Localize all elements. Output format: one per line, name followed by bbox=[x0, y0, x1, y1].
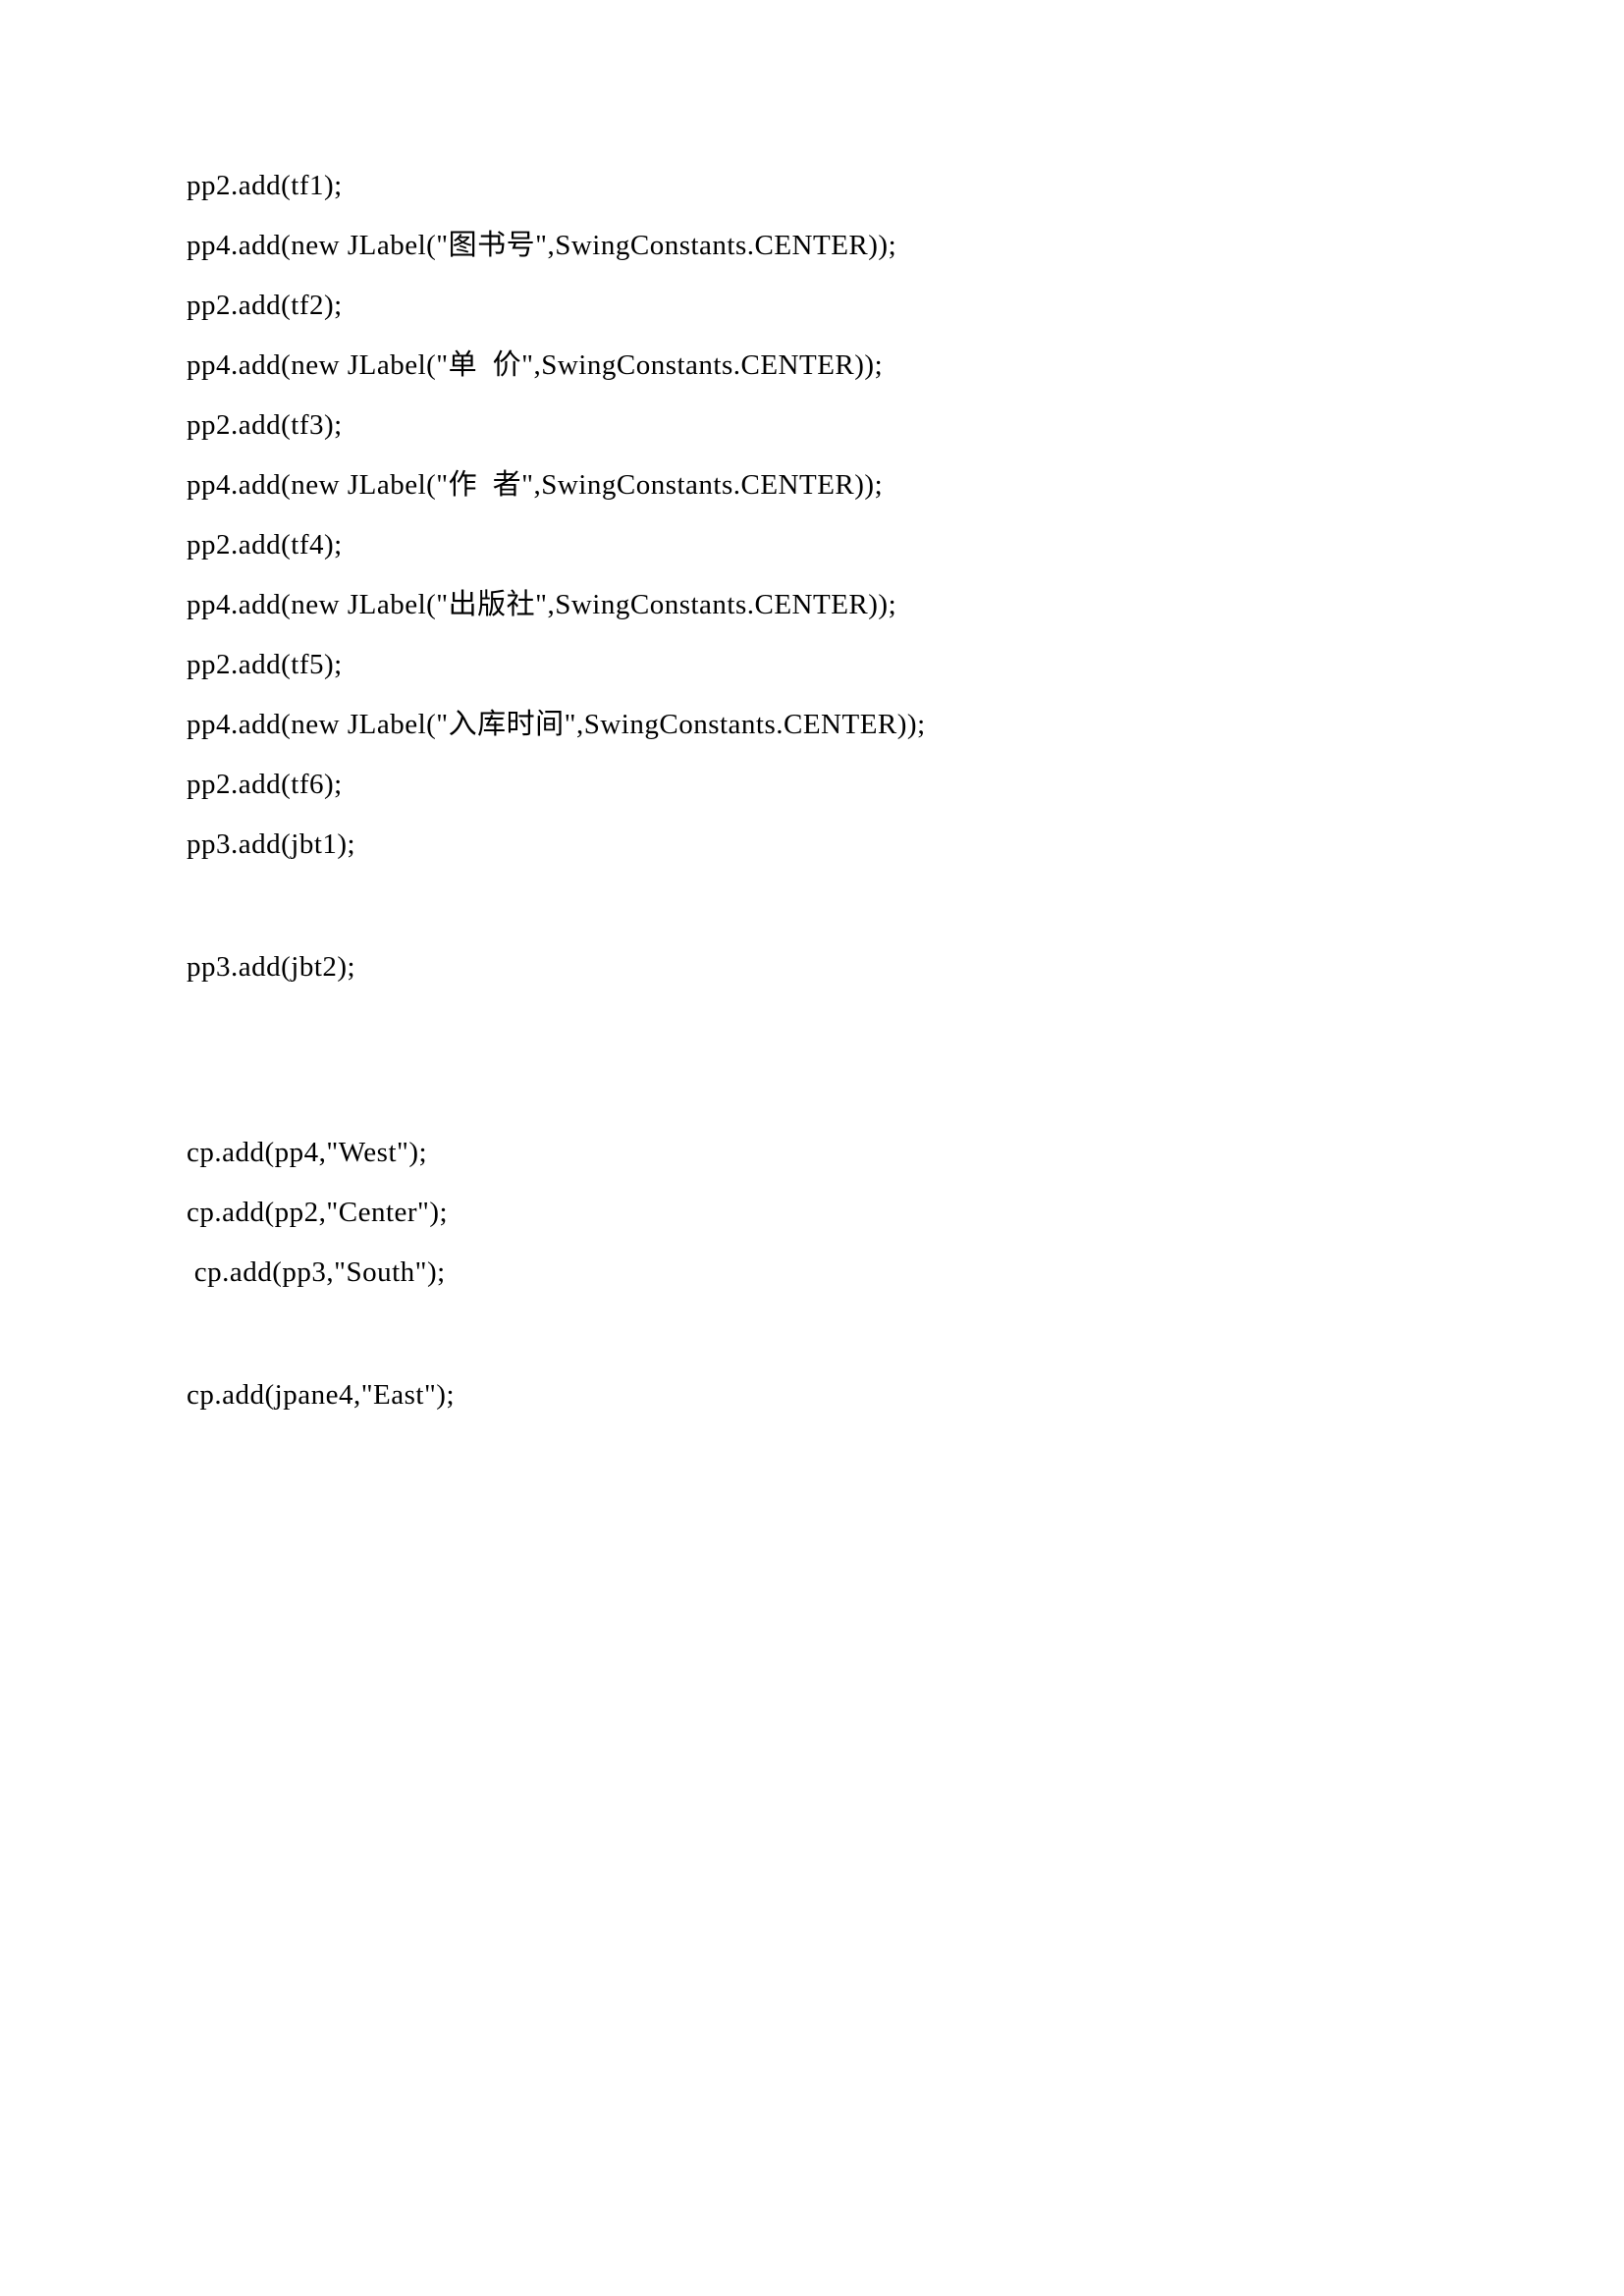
blank-line bbox=[187, 1318, 1437, 1350]
code-line: pp4.add(new JLabel("出版社",SwingConstants.… bbox=[187, 591, 1437, 619]
code-line: cp.add(jpane4,"East"); bbox=[187, 1381, 1437, 1410]
code-line: pp3.add(jbt1); bbox=[187, 830, 1437, 859]
code-line: pp2.add(tf3); bbox=[187, 411, 1437, 440]
code-line: pp2.add(tf2); bbox=[187, 292, 1437, 320]
code-line: pp2.add(tf1); bbox=[187, 172, 1437, 200]
document-page: pp2.add(tf1); pp4.add(new JLabel("图书号",S… bbox=[0, 0, 1624, 1539]
blank-line bbox=[187, 1076, 1437, 1107]
code-line: pp4.add(new JLabel("图书号",SwingConstants.… bbox=[187, 232, 1437, 260]
code-line: pp3.add(jbt2); bbox=[187, 953, 1437, 982]
code-line: pp2.add(tf4); bbox=[187, 531, 1437, 560]
code-line: cp.add(pp3,"South"); bbox=[187, 1258, 1437, 1287]
code-line: pp4.add(new JLabel("入库时间",SwingConstants… bbox=[187, 711, 1437, 739]
blank-line bbox=[187, 1013, 1437, 1044]
code-line: pp4.add(new JLabel("作 者",SwingConstants.… bbox=[187, 471, 1437, 500]
code-line: pp4.add(new JLabel("单 价",SwingConstants.… bbox=[187, 351, 1437, 380]
code-line: cp.add(pp4,"West"); bbox=[187, 1139, 1437, 1167]
code-line: pp2.add(tf6); bbox=[187, 771, 1437, 799]
blank-line bbox=[187, 890, 1437, 922]
code-line: cp.add(pp2,"Center"); bbox=[187, 1199, 1437, 1227]
code-line: pp2.add(tf5); bbox=[187, 651, 1437, 679]
